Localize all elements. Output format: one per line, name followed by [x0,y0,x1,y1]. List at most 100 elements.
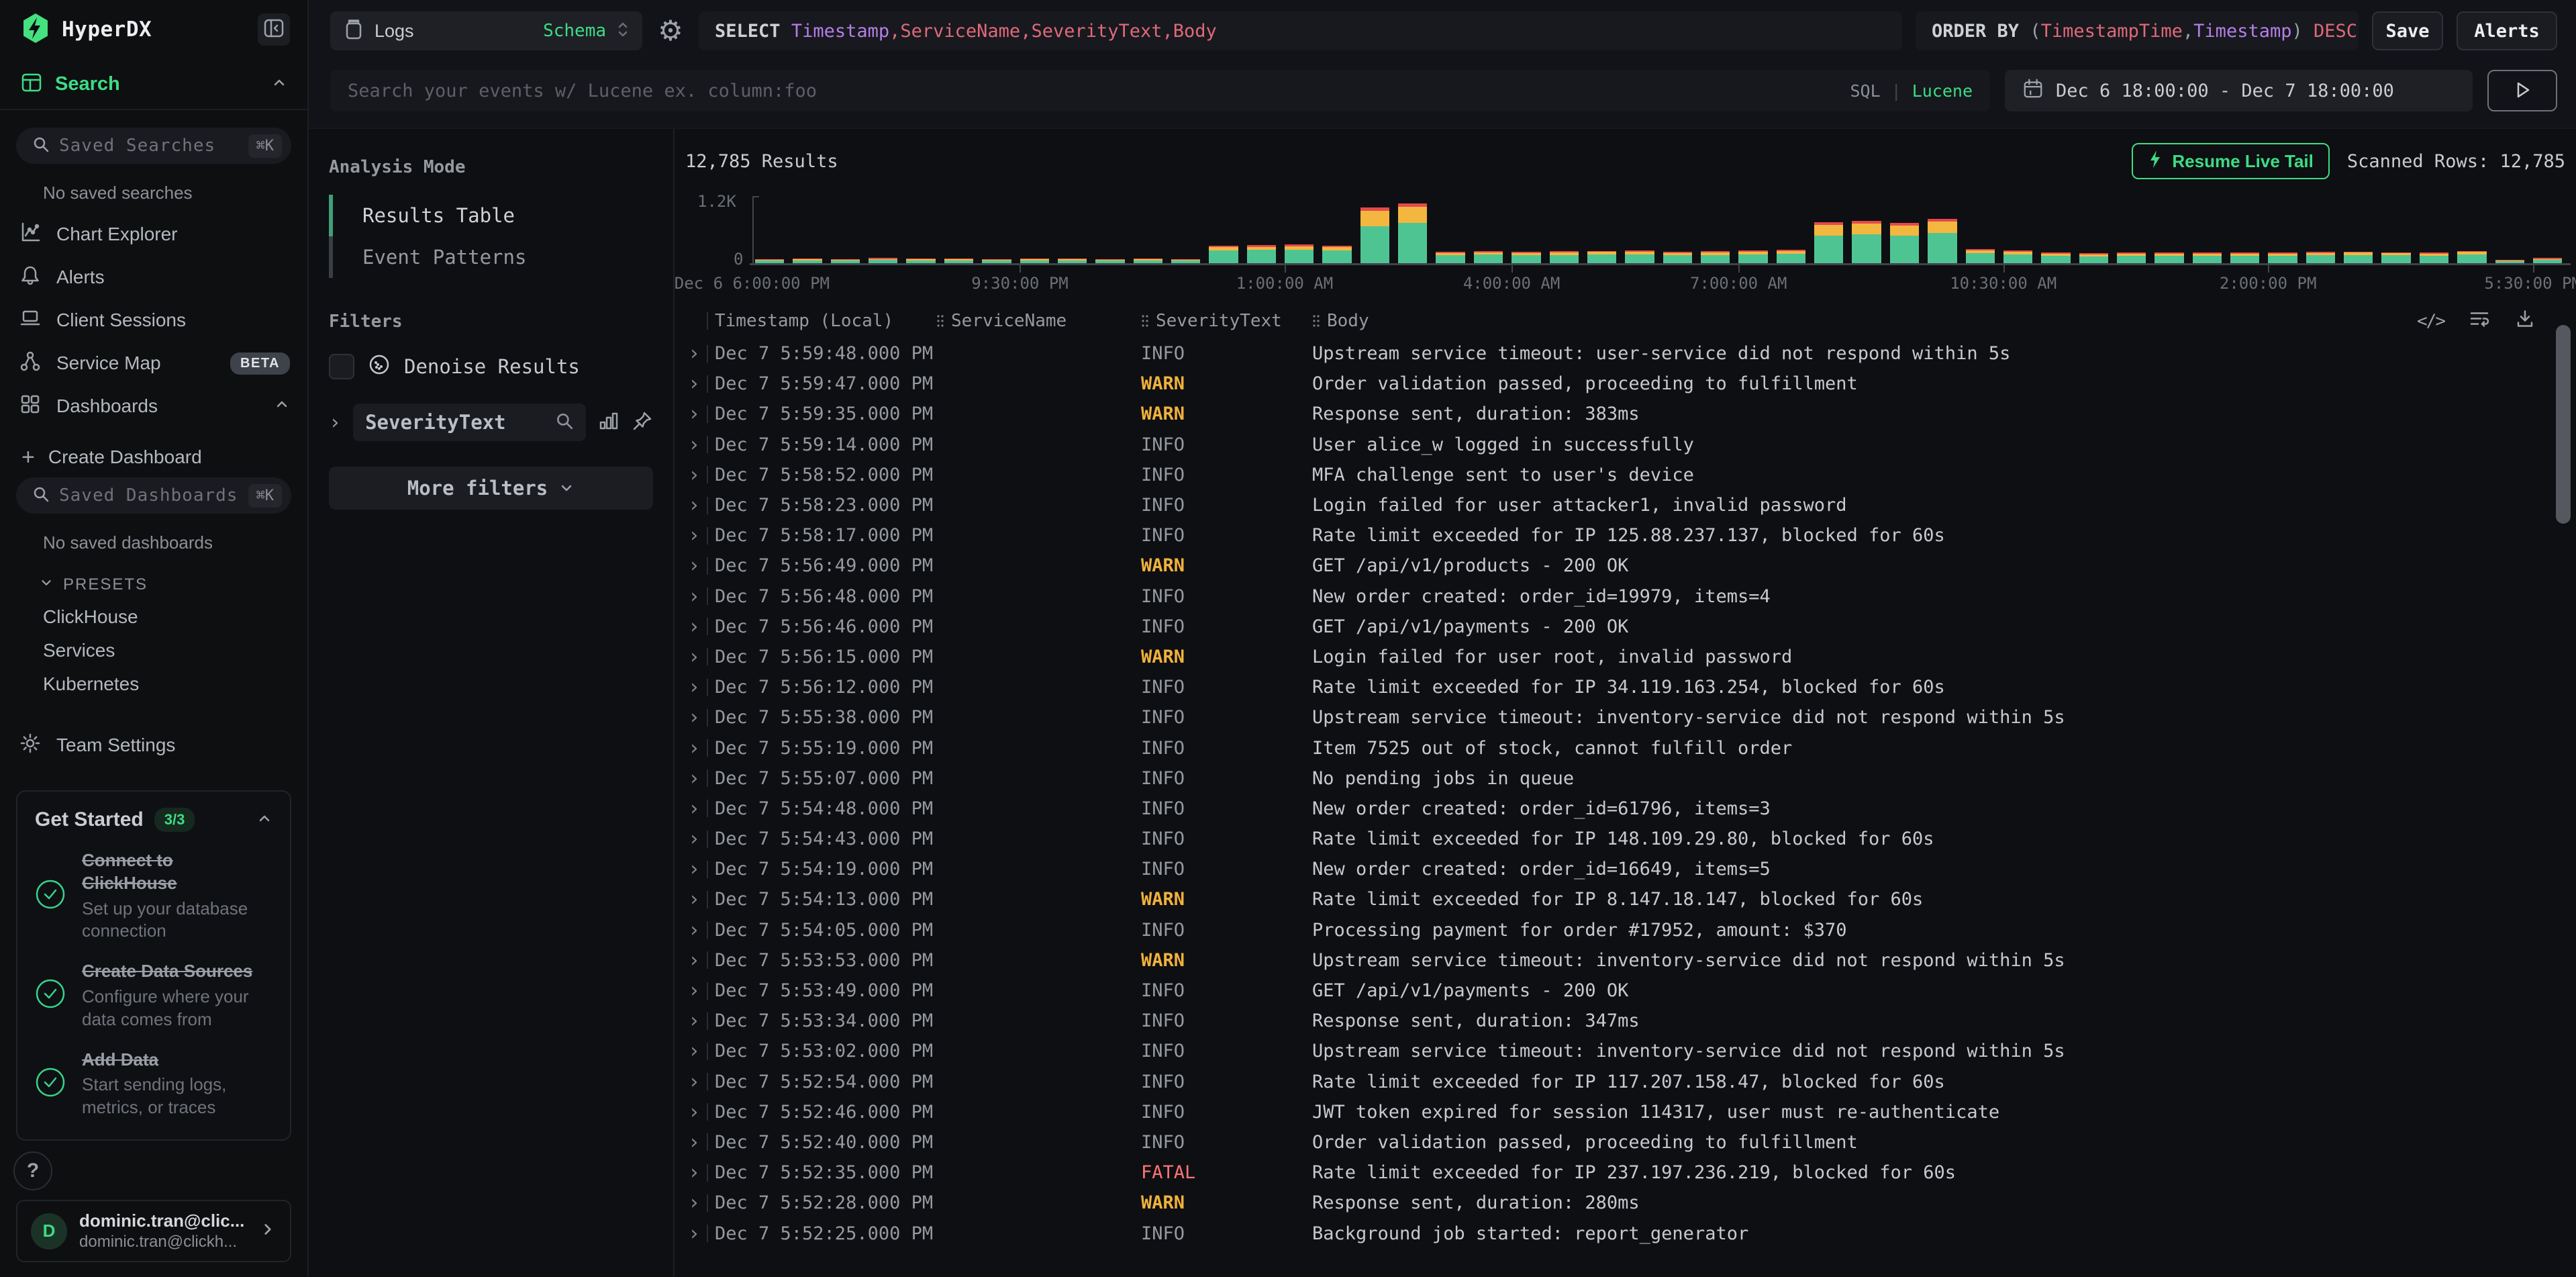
code-view-icon[interactable]: </> [2417,311,2444,331]
histogram-bar[interactable] [831,259,860,263]
run-query-button[interactable] [2487,70,2557,111]
expand-row-icon[interactable]: › [685,342,700,365]
expand-row-icon[interactable]: › [685,1009,700,1033]
histogram-bar[interactable] [1625,250,1654,263]
search-field[interactable] [348,81,1839,101]
table-row[interactable]: › Dec 7 5:56:48.000 PM INFO New order cr… [685,581,2576,612]
table-row[interactable]: › Dec 7 5:53:49.000 PM INFO GET /api/v1/… [685,976,2576,1006]
source-settings-button[interactable]: ⚙ [656,17,685,45]
histogram-bars[interactable] [755,199,2571,263]
table-row[interactable]: › Dec 7 5:58:17.000 PM INFO Rate limit e… [685,520,2576,551]
table-row[interactable]: › Dec 7 5:52:25.000 PM INFO Background j… [685,1218,2576,1248]
saved-searches-field[interactable] [59,136,239,156]
download-icon[interactable] [2514,308,2536,334]
expand-row-icon[interactable]: › [685,767,700,790]
table-row[interactable]: › Dec 7 5:58:23.000 PM INFO Login failed… [685,490,2576,520]
table-row[interactable]: › Dec 7 5:55:07.000 PM INFO No pending j… [685,763,2576,794]
col-body[interactable]: Body [1327,311,1369,331]
histogram-bar[interactable] [1738,250,1767,263]
expand-row-icon[interactable]: › [685,645,700,669]
histogram-bar[interactable] [1058,258,1087,263]
expand-row-icon[interactable]: › [685,463,700,487]
source-selector[interactable]: Logs Schema [330,11,642,50]
table-row[interactable]: › Dec 7 5:54:13.000 PM WARN Rate limit e… [685,884,2576,914]
chevron-right-icon[interactable]: › [329,411,341,434]
save-button[interactable]: Save [2372,11,2443,50]
col-servicename[interactable]: ServiceName [951,311,1067,331]
wrap-lines-icon[interactable] [2469,308,2490,334]
expand-row-icon[interactable]: › [685,857,700,881]
table-row[interactable]: › Dec 7 5:59:35.000 PM WARN Response sen… [685,399,2576,429]
histogram-bar[interactable] [2117,252,2146,263]
table-row[interactable]: › Dec 7 5:52:35.000 PM FATAL Rate limit … [685,1157,2576,1188]
select-query-input[interactable]: SELECT Timestamp ,ServiceName,SeverityTe… [699,11,1902,50]
histogram-bar[interactable] [1474,251,1503,263]
table-row[interactable]: › Dec 7 5:56:15.000 PM WARN Login failed… [685,642,2576,672]
histogram-bar[interactable] [2003,250,2032,263]
table-row[interactable]: › Dec 7 5:54:48.000 PM INFO New order cr… [685,794,2576,824]
table-row[interactable]: › Dec 7 5:59:47.000 PM WARN Order valida… [685,369,2576,399]
histogram-bar[interactable] [2344,252,2373,263]
expand-row-icon[interactable]: › [685,827,700,851]
expand-row-icon[interactable]: › [685,493,700,517]
table-row[interactable]: › Dec 7 5:54:05.000 PM INFO Processing p… [685,915,2576,945]
histogram-bar[interactable] [1966,249,1995,263]
date-range-picker[interactable]: Dec 6 18:00:00 - Dec 7 18:00:00 [2005,70,2473,111]
table-row[interactable]: › Dec 7 5:54:43.000 PM INFO Rate limit e… [685,824,2576,854]
collapse-sidebar-button[interactable] [258,13,290,46]
preset-kubernetes[interactable]: Kubernetes [0,667,307,701]
expand-row-icon[interactable]: › [685,949,700,972]
drag-handle-icon[interactable] [1312,314,1320,328]
expand-row-icon[interactable]: › [685,675,700,699]
histogram-bar[interactable] [1550,251,1579,263]
expand-row-icon[interactable]: › [685,615,700,638]
expand-row-icon[interactable]: › [685,1039,700,1063]
table-row[interactable]: › Dec 7 5:56:46.000 PM INFO GET /api/v1/… [685,612,2576,642]
expand-row-icon[interactable]: › [685,1222,700,1245]
histogram-bar[interactable] [2381,252,2410,263]
get-started-step[interactable]: Add Data Start sending logs, metrics, or… [35,1049,273,1119]
histogram-bar[interactable] [2457,251,2486,263]
expand-row-icon[interactable]: › [685,585,700,608]
histogram-bar[interactable] [2079,253,2108,263]
col-timestamp[interactable]: Timestamp (Local) [715,311,893,331]
histogram-bar[interactable] [755,259,784,263]
histogram-bar[interactable] [2306,252,2335,263]
presets-toggle[interactable]: PRESETS [0,569,307,600]
histogram-bar[interactable] [1928,219,1956,263]
expand-row-icon[interactable]: › [685,1070,700,1094]
table-row[interactable]: › Dec 7 5:53:02.000 PM INFO Upstream ser… [685,1036,2576,1066]
expand-row-icon[interactable]: › [685,737,700,760]
histogram-bar[interactable] [1814,222,1843,263]
vertical-scrollbar[interactable] [2556,325,2571,524]
histogram-bar[interactable] [1777,250,1805,263]
pin-icon[interactable] [632,410,653,435]
event-search-input[interactable]: SQL | Lucene [330,70,1990,111]
drag-handle-icon[interactable] [936,314,944,328]
expand-row-icon[interactable]: › [685,918,700,942]
histogram-bar[interactable] [1322,246,1351,263]
expand-row-icon[interactable]: › [685,1100,700,1124]
table-row[interactable]: › Dec 7 5:53:34.000 PM INFO Response sen… [685,1006,2576,1036]
table-row[interactable]: › Dec 7 5:58:52.000 PM INFO MFA challeng… [685,460,2576,490]
sidebar-item-search[interactable]: Search [0,59,307,109]
histogram-bar[interactable] [1587,251,1616,263]
histogram-bar[interactable] [1247,245,1276,263]
table-row[interactable]: › Dec 7 5:59:14.000 PM INFO User alice_w… [685,430,2576,460]
histogram-bar[interactable] [2041,252,2070,263]
table-row[interactable]: › Dec 7 5:56:49.000 PM WARN GET /api/v1/… [685,551,2576,581]
histogram-bar[interactable] [1512,252,1540,263]
drag-handle-icon[interactable] [1141,314,1149,328]
chevron-up-icon[interactable] [271,75,287,94]
expand-row-icon[interactable]: › [685,1191,700,1215]
severity-filter-search[interactable]: SeverityText [353,404,586,441]
histogram-bar[interactable] [1209,246,1238,263]
histogram-bar[interactable] [1398,203,1427,263]
chart-toggle-icon[interactable] [598,410,620,435]
order-by-input[interactable]: ORDER BY ( TimestampTime , Timestamp ) D… [1916,11,2359,50]
histogram-bar[interactable] [869,258,897,263]
table-row[interactable]: › Dec 7 5:52:28.000 PM WARN Response sen… [685,1188,2576,1218]
col-severitytext[interactable]: SeverityText [1156,311,1282,331]
more-filters-button[interactable]: More filters [329,467,653,510]
sidebar-item-service-map[interactable]: Service Map BETA [0,342,307,385]
